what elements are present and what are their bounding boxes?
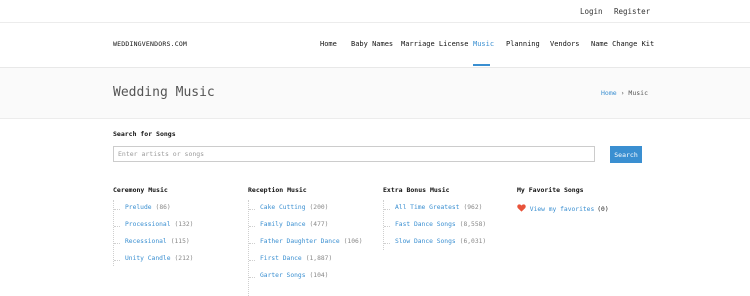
view-favorites-link[interactable]: View my favorites [530,206,594,213]
breadcrumb-separator: › [620,89,625,97]
heart-icon [517,204,526,212]
login-link[interactable]: Login [580,7,603,16]
column-title: Reception Music [248,186,307,194]
favorites-row: View my favorites (0) [517,204,609,213]
breadcrumb: Home › Music [601,89,648,97]
breadcrumb-home[interactable]: Home [601,89,617,97]
column-title: Extra Bonus Music [383,186,450,194]
active-nav-indicator [473,64,490,66]
nav-vendors[interactable]: Vendors [550,40,580,48]
page-title: Wedding Music [113,85,215,100]
nav-marriage-license[interactable]: Marriage License [401,40,468,48]
nav-baby-names[interactable]: Baby Names [351,40,393,48]
search-input[interactable] [113,146,595,162]
top-utility-bar: Login Register [0,0,750,23]
page-title-bar: Wedding Music Home › Music [0,68,750,119]
reception-music-column: Reception Music Cake Cutting (200) Family… [248,186,363,296]
column-title: Ceremony Music [113,186,168,194]
register-link[interactable]: Register [614,7,650,16]
column-title: My Favorite Songs [517,186,584,194]
nav-planning[interactable]: Planning [506,40,540,48]
breadcrumb-current: Music [628,89,648,97]
site-logo[interactable]: WEDDINGVENDORS.COM [113,40,187,48]
favorite-songs-column: My Favorite Songs View my favorites (0) [517,186,609,213]
nav-music[interactable]: Music [473,40,494,48]
main-header: WEDDINGVENDORS.COM Home Baby Names Marri… [0,23,750,68]
ceremony-music-column: Ceremony Music Prelude (86) Processional(… [113,186,193,266]
favorites-count: (0) [597,206,609,213]
extra-bonus-music-column: Extra Bonus Music All Time Greatest (962)… [383,186,486,250]
search-button[interactable]: Search [610,146,642,163]
search-label: Search for Songs [113,130,176,138]
nav-home[interactable]: Home [320,40,337,48]
nav-name-change-kit[interactable]: Name Change Kit [591,40,654,48]
